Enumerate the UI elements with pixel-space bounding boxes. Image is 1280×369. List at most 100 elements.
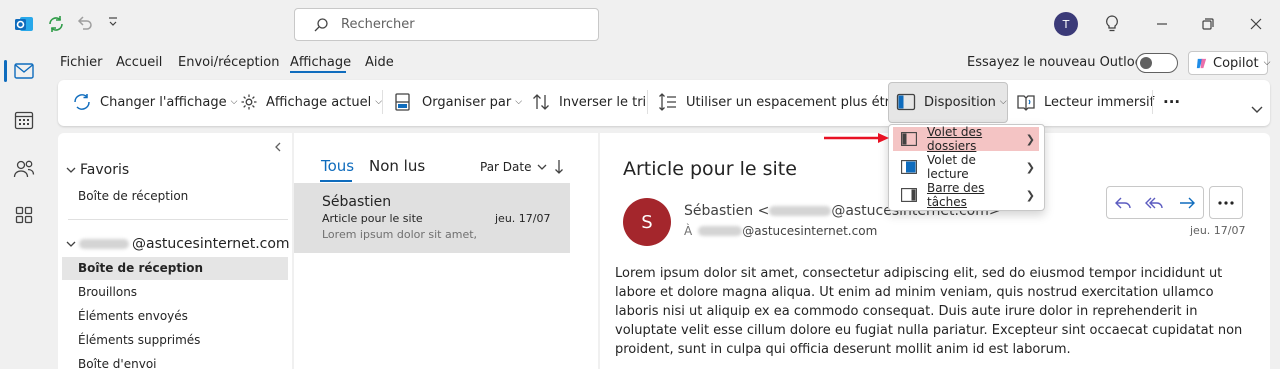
- menu-item-reading-pane[interactable]: Volet de lecture ❯: [893, 153, 1039, 181]
- arrange-by-label: Organiser par: [422, 94, 512, 110]
- people-icon[interactable]: [10, 155, 38, 183]
- account-avatar[interactable]: T: [1054, 12, 1078, 36]
- favorite-inbox[interactable]: Boîte de réception: [78, 189, 188, 203]
- chevron-down-icon: ⌵: [1263, 58, 1271, 68]
- sync-icon[interactable]: [46, 14, 66, 34]
- mail-icon[interactable]: [10, 57, 38, 85]
- spacing-icon: [658, 92, 678, 112]
- arrange-by-button[interactable]: Organiser par ⌵: [394, 85, 522, 119]
- minimize-icon[interactable]: [1150, 12, 1174, 36]
- email-subject: Article pour le site: [623, 158, 797, 180]
- rail-active-indicator: [4, 60, 7, 82]
- email-date: jeu. 17/07: [1190, 224, 1246, 237]
- account-domain: @astucesinternet.com: [132, 236, 290, 252]
- account-header[interactable]: @astucesinternet.com: [66, 236, 290, 252]
- reading-pane-icon: [901, 160, 917, 174]
- collapse-pane-icon[interactable]: [274, 142, 282, 152]
- folder-pane-icon: [901, 132, 917, 146]
- ribbon-divider: [1152, 90, 1153, 114]
- outlook-logo-icon: [14, 14, 34, 34]
- chevron-down-icon: ⌵: [515, 97, 523, 107]
- to-domain: @astucesinternet.com: [742, 224, 878, 238]
- apps-icon[interactable]: [10, 201, 38, 229]
- immersive-reader-icon: [1016, 92, 1036, 112]
- layout-icon: [896, 93, 916, 111]
- tab-aide[interactable]: Aide: [365, 55, 394, 70]
- redacted-recipient: [698, 226, 743, 236]
- menu-item-folder-pane[interactable]: Volet des dossiers ❯: [893, 125, 1039, 153]
- sort-direction-icon[interactable]: [554, 159, 564, 175]
- chevron-down-icon: [66, 166, 76, 174]
- reading-pane-label: Volet de lecture: [927, 153, 976, 181]
- message-sender: Sébastien: [322, 194, 392, 210]
- taskbar-icon: [901, 188, 917, 202]
- close-icon[interactable]: [1244, 12, 1268, 36]
- layout-label: Disposition: [924, 94, 996, 110]
- chevron-right-icon: ❯: [1025, 132, 1035, 146]
- more-actions-button[interactable]: [1209, 186, 1243, 219]
- expand-ribbon-icon[interactable]: [1251, 106, 1263, 114]
- new-outlook-toggle[interactable]: [1136, 53, 1178, 73]
- message-date: jeu. 17/07: [495, 212, 551, 225]
- reply-actions: [1106, 186, 1204, 219]
- copilot-button[interactable]: Copilot ⌵: [1188, 51, 1271, 75]
- folder-drafts[interactable]: Brouillons: [78, 285, 137, 299]
- active-filter-indicator: [320, 180, 352, 182]
- sort-label: Par Date: [480, 160, 532, 174]
- message-subject: Article pour le site: [322, 212, 423, 225]
- immersive-reader-button[interactable]: Lecteur immersif: [1016, 85, 1154, 119]
- search-placeholder: Rechercher: [341, 17, 415, 32]
- tab-accueil[interactable]: Accueil: [116, 55, 162, 70]
- current-view-button[interactable]: Affichage actuel ⌵: [240, 85, 382, 119]
- chevron-down-icon: [66, 240, 76, 248]
- tab-affichage[interactable]: Affichage: [290, 55, 351, 70]
- tab-unread[interactable]: Non lus: [369, 157, 425, 175]
- gear-icon: [240, 93, 258, 111]
- reply-icon[interactable]: [1107, 187, 1139, 218]
- undo-icon[interactable]: [76, 14, 94, 32]
- title-bar: Rechercher T: [0, 0, 1280, 48]
- quick-access-dropdown-icon[interactable]: [108, 16, 118, 28]
- copilot-icon: [1195, 57, 1208, 70]
- tab-envoi-reception[interactable]: Envoi/réception: [178, 55, 279, 70]
- search-input[interactable]: Rechercher: [294, 8, 599, 41]
- narrow-spacing-button[interactable]: Utiliser un espacement plus étroit: [658, 85, 906, 119]
- restore-icon[interactable]: [1196, 12, 1220, 36]
- sender-avatar: S: [623, 198, 671, 246]
- folder-deleted[interactable]: Éléments supprimés: [78, 333, 200, 347]
- folder-inbox[interactable]: Boîte de réception: [78, 261, 203, 275]
- folder-divider: [68, 219, 288, 220]
- try-new-outlook-label: Essayez le nouveau Outlook: [967, 55, 1151, 70]
- change-view-button[interactable]: Changer l'affichage ⌵: [72, 85, 237, 119]
- reverse-sort-button[interactable]: Inverser le tri: [531, 85, 646, 119]
- favorites-header[interactable]: Favoris: [66, 162, 129, 178]
- chevron-right-icon: ❯: [1025, 160, 1035, 174]
- annotation-arrow-icon: [822, 132, 892, 144]
- ribbon-divider: [647, 90, 648, 114]
- chevron-down-icon: [537, 164, 547, 171]
- change-view-label: Changer l'affichage: [100, 94, 227, 110]
- favorites-label: Favoris: [80, 162, 130, 178]
- reply-all-icon[interactable]: [1139, 187, 1171, 218]
- lightbulb-icon[interactable]: [1100, 12, 1124, 36]
- more-options-button[interactable]: ···: [1163, 85, 1180, 119]
- from-name: Sébastien <: [684, 203, 770, 219]
- sort-by-date-button[interactable]: Par Date: [480, 160, 547, 174]
- tab-fichier[interactable]: Fichier: [60, 55, 103, 70]
- immersive-reader-label: Lecteur immersif: [1044, 94, 1155, 110]
- active-tab-indicator: [290, 71, 346, 73]
- change-view-icon: [72, 92, 92, 112]
- current-view-label: Affichage actuel: [266, 94, 372, 110]
- email-body: Lorem ipsum dolor sit amet, consectetur …: [615, 266, 1243, 357]
- layout-button[interactable]: Disposition ⌵: [896, 85, 1007, 119]
- search-icon: [313, 17, 329, 33]
- email-to: À @astucesinternet.com: [684, 224, 877, 238]
- chevron-down-icon: ⌵: [230, 97, 238, 107]
- forward-icon[interactable]: [1171, 187, 1203, 218]
- tab-all[interactable]: Tous: [321, 157, 354, 175]
- folder-outbox[interactable]: Boîte d'envoi: [78, 357, 157, 369]
- calendar-icon[interactable]: [10, 106, 38, 134]
- redacted-account-name: [79, 239, 129, 249]
- menu-item-taskbar[interactable]: Barre des tâches ❯: [893, 181, 1039, 209]
- folder-sent[interactable]: Éléments envoyés: [78, 309, 188, 323]
